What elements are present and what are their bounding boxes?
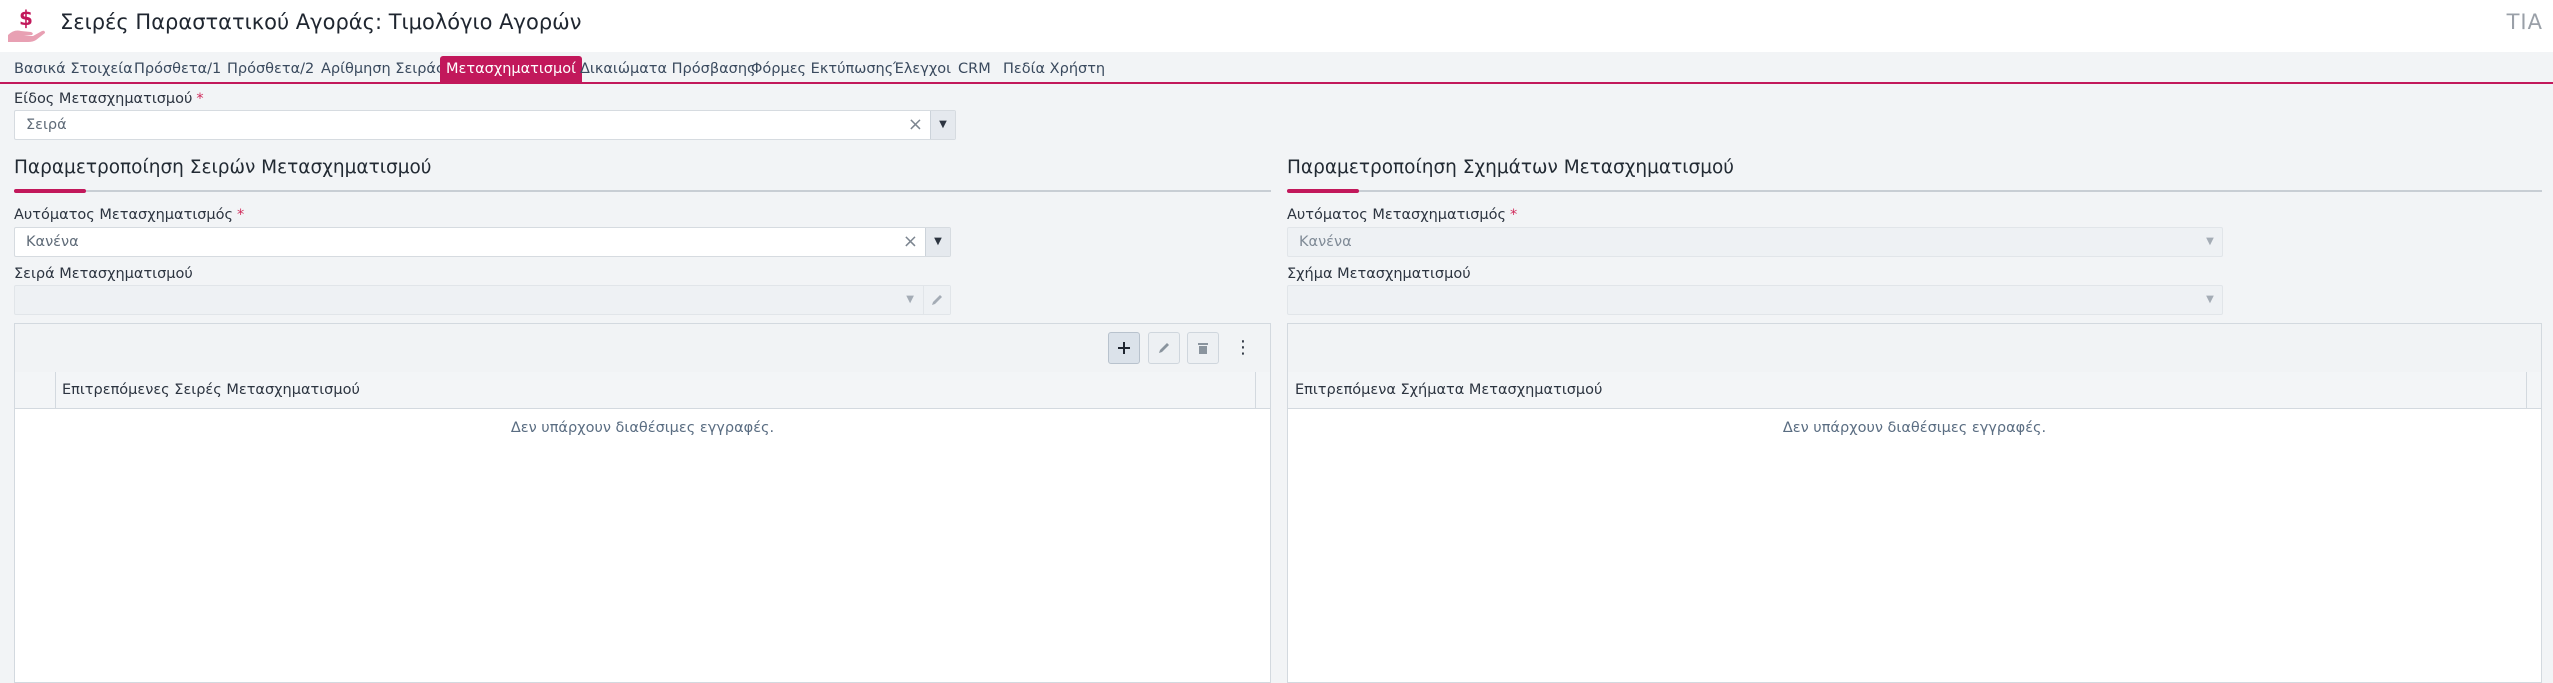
grid-header-row: Επιτρεπόμενες Σειρές Μετασχηματισμού <box>15 372 1270 409</box>
delete-button[interactable] <box>1187 332 1219 364</box>
app-header: $ Σειρές Παραστατικού Αγοράς: Τιμολόγιο … <box>0 0 2553 52</box>
tab-series-numbering[interactable]: Αρίθμηση Σειράς <box>321 56 444 82</box>
tab-extra-2[interactable]: Πρόσθετα/2 <box>227 56 314 82</box>
pencil-icon <box>1159 343 1169 353</box>
section-accent-bar <box>14 189 86 193</box>
series-auto-transform-value: Κανένα <box>26 234 79 250</box>
series-auto-transform-select[interactable]: Κανένα × ▼ <box>14 227 951 257</box>
section-divider <box>14 190 1271 192</box>
grid-header-row: Επιτρεπόμενα Σχήματα Μετασχηματισμού <box>1288 372 2541 409</box>
more-options-icon[interactable]: ⋮ <box>1233 332 1253 364</box>
section-accent-bar <box>1287 189 1359 193</box>
series-auto-transform-label: Αυτόματος Μετασχηματισμός * <box>14 207 245 223</box>
user-code: ΤΙΑ <box>2506 10 2543 34</box>
tab-print-forms[interactable]: Φόρμες Εκτύπωσης <box>751 56 893 82</box>
empty-grid-message: Δεν υπάρχουν διαθέσιμες εγγραφές. <box>1782 420 2047 436</box>
transform-type-value: Σειρά <box>26 117 67 133</box>
empty-grid-message: Δεν υπάρχουν διαθέσιμες εγγραφές. <box>510 420 775 436</box>
chevron-down-icon[interactable]: ▼ <box>925 228 950 256</box>
tab-access-rights[interactable]: Δικαιώματα Πρόσβασης <box>580 56 756 82</box>
tab-crm[interactable]: CRM <box>958 56 991 82</box>
transform-type-label: Είδος Μετασχηματισμού * <box>14 91 204 107</box>
chevron-down-icon[interactable]: ▼ <box>930 111 955 139</box>
chevron-down-icon[interactable]: ▼ <box>2198 228 2222 256</box>
transform-series-select[interactable]: ▼ <box>14 285 951 315</box>
allowed-schemas-grid: Επιτρεπόμενα Σχήματα Μετασχηματισμού Δεν… <box>1287 323 2542 683</box>
column-header-allowed-series[interactable]: Επιτρεπόμενες Σειρές Μετασχηματισμού <box>62 372 360 408</box>
hand-money-icon: $ <box>6 5 48 45</box>
tab-user-fields[interactable]: Πεδία Χρήστη <box>1003 56 1105 82</box>
transform-series-label: Σειρά Μετασχηματισμού <box>14 266 193 282</box>
svg-text:$: $ <box>19 6 33 30</box>
tab-bar: Βασικά Στοιχεία Πρόσθετα/1 Πρόσθετα/2 Αρ… <box>0 56 2553 84</box>
transform-schema-label: Σχήμα Μετασχηματισμού <box>1287 266 1471 282</box>
tab-checks[interactable]: Έλεγχοι <box>893 56 951 82</box>
allowed-series-grid: ⋮ Επιτρεπόμενες Σειρές Μετασχηματισμού Δ… <box>14 323 1271 683</box>
series-section-title: Παραμετροποίηση Σειρών Μετασχηματισμού <box>14 157 432 178</box>
chevron-down-icon[interactable]: ▼ <box>2198 286 2222 314</box>
pencil-icon[interactable] <box>923 286 950 314</box>
column-header-allowed-schemas[interactable]: Επιτρεπόμενα Σχήματα Μετασχηματισμού <box>1295 372 1602 408</box>
schema-auto-transform-label: Αυτόματος Μετασχηματισμός * <box>1287 207 1518 223</box>
clear-icon[interactable]: × <box>908 111 923 139</box>
tab-extra-1[interactable]: Πρόσθετα/1 <box>134 56 221 82</box>
trash-icon <box>1198 343 1208 354</box>
tab-transformations[interactable]: Μετασχηματισμοί <box>440 56 583 82</box>
section-divider <box>1287 190 2542 192</box>
tab-basic-info[interactable]: Βασικά Στοιχεία <box>14 56 133 82</box>
grid-toolbar <box>1288 324 2541 373</box>
schema-auto-transform-value: Κανένα <box>1299 234 1352 250</box>
clear-icon[interactable]: × <box>903 228 918 256</box>
schema-auto-transform-select[interactable]: Κανένα ▼ <box>1287 227 2223 257</box>
transform-type-select[interactable]: Σειρά × ▼ <box>14 110 956 140</box>
edit-button[interactable] <box>1148 332 1180 364</box>
grid-toolbar: ⋮ <box>15 324 1270 373</box>
transform-schema-select[interactable]: ▼ <box>1287 285 2223 315</box>
schema-section-title: Παραμετροποίηση Σχημάτων Μετασχηματισμού <box>1287 157 1735 178</box>
plus-icon <box>1118 342 1130 354</box>
chevron-down-icon[interactable]: ▼ <box>906 286 914 314</box>
page-title: Σειρές Παραστατικού Αγοράς: Τιμολόγιο Αγ… <box>60 10 582 34</box>
add-button[interactable] <box>1108 332 1140 364</box>
